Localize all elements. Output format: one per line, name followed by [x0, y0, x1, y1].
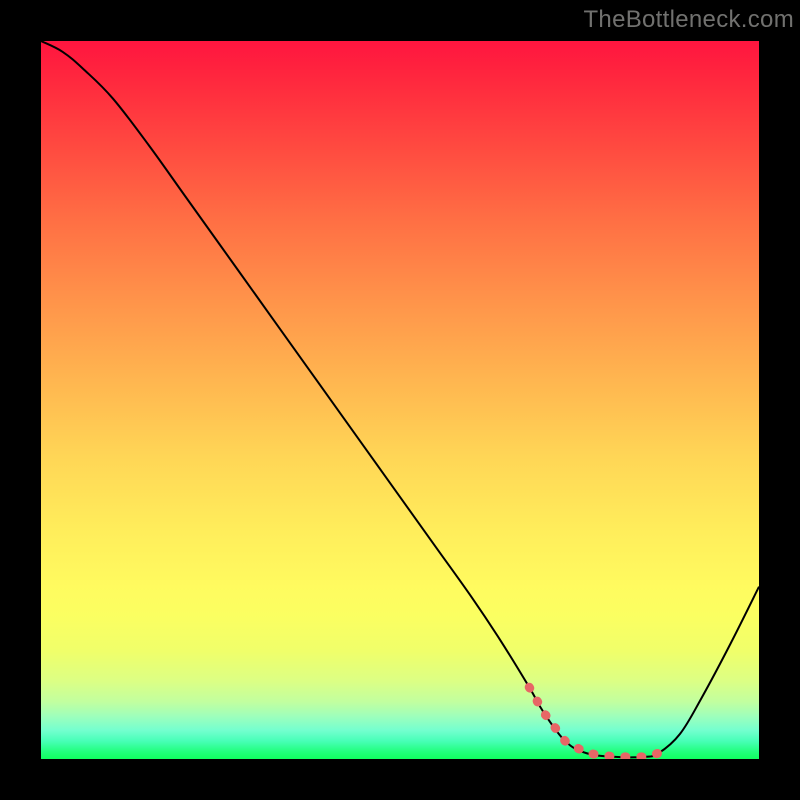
chart-frame: TheBottleneck.com: [0, 0, 800, 800]
plot-area: [41, 41, 759, 759]
flat-minimum-marker: [529, 687, 658, 757]
watermark-text: TheBottleneck.com: [583, 6, 794, 34]
curve-svg: [41, 41, 759, 759]
bottleneck-curve: [41, 41, 759, 757]
